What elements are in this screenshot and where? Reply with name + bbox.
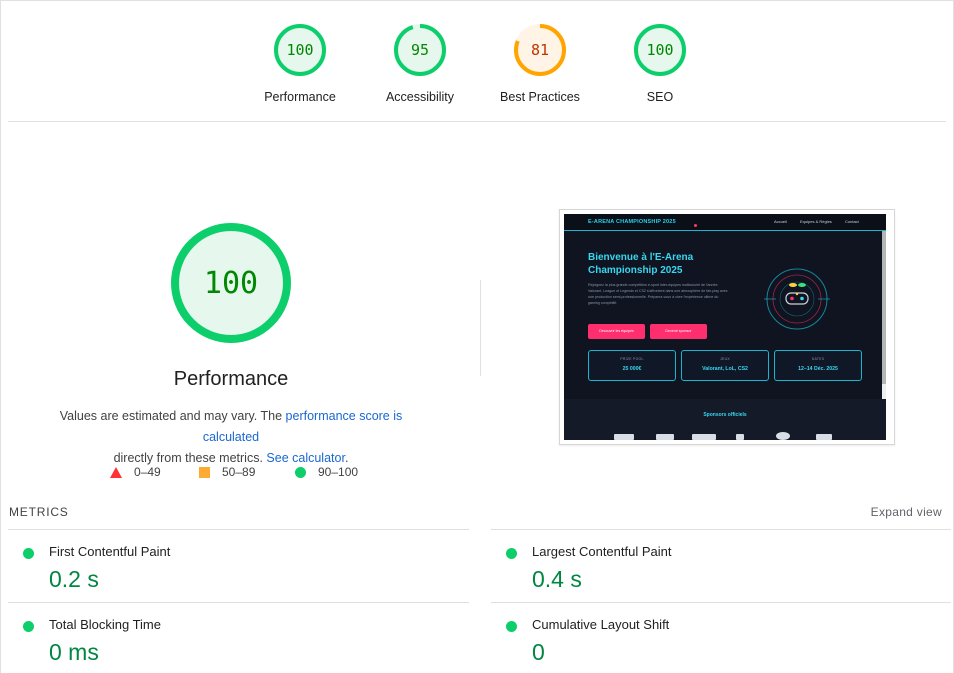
gauge-score: 81 (531, 41, 549, 59)
gauge-performance[interactable]: 100 Performance (240, 22, 360, 104)
legend-item-pass: 90–100 (295, 465, 358, 479)
sponsor-logo (736, 434, 744, 440)
screenshot-paragraph: Rejoignez la plus grande compétition e-s… (588, 283, 728, 305)
metric-divider (8, 602, 469, 603)
see-calculator-link[interactable]: See calculator (266, 451, 345, 465)
gauge-label: Performance (264, 90, 336, 104)
metric-divider (491, 602, 951, 603)
expand-view-toggle[interactable]: Expand view (871, 505, 942, 519)
screenshot-page: E-ARENA CHAMPIONSHIP 2025 Accueil Equipe… (564, 214, 886, 440)
vertical-divider (480, 280, 481, 376)
performance-score-gauge: 100 (171, 223, 291, 343)
metric-tbt: Total Blocking Time 0 ms (23, 615, 443, 673)
gauge-best-practices[interactable]: 81 Best Practices (480, 22, 600, 104)
metric-divider (491, 529, 951, 530)
score-gauges: 100 Performance 95 Accessibility 81 Best… (0, 22, 954, 112)
screenshot-sponsor-button: Devenir sponsor (650, 324, 707, 339)
stat-key: JEUX (720, 357, 730, 361)
gauge-ring: 95 (394, 24, 446, 76)
metric-value: 0 (532, 639, 545, 665)
screenshot-heading: Bienvenue à l'E-Arena Championship 2025 (588, 252, 694, 276)
pass-circle-icon (506, 621, 517, 632)
sponsor-logo (614, 434, 634, 440)
category-title: Performance (173, 368, 289, 390)
sponsor-logo (692, 434, 716, 440)
screenshot-dot (694, 224, 697, 227)
gauge-label: SEO (646, 90, 674, 104)
sponsor-logo (816, 434, 832, 440)
screenshot-nav-link: Equipes & Règles (800, 219, 832, 224)
sponsor-logo (776, 432, 790, 440)
screenshot-teams-button: Découvrir les équipes (588, 324, 645, 339)
metric-lcp: Largest Contentful Paint 0.4 s (506, 542, 926, 610)
legend-item-average: 50–89 (199, 465, 255, 479)
gauge-ring: 100 (274, 24, 326, 76)
pass-circle-icon (506, 548, 517, 559)
gauge-ring: 100 (634, 24, 686, 76)
gauge-ring: 81 (514, 24, 566, 76)
gauge-score: 100 (646, 41, 673, 59)
gauge-score: 100 (286, 41, 313, 59)
description-text: Values are estimated and may vary. The (59, 409, 286, 423)
legend-range: 50–89 (222, 465, 256, 479)
screenshot-navbar: E-ARENA CHAMPIONSHIP 2025 Accueil Equipe… (564, 214, 886, 231)
legend-item-fail: 0–49 (110, 465, 161, 479)
pass-circle-icon (23, 621, 34, 632)
triangle-icon (110, 466, 122, 478)
controller-icon (764, 268, 830, 330)
score-legend: 0–49 50–89 90–100 (0, 465, 480, 483)
stat-value: 25 000€ (622, 366, 642, 372)
metric-cls: Cumulative Layout Shift 0 (506, 615, 926, 673)
metrics-heading: METRICS (9, 505, 69, 519)
screenshot-sponsor-logos (614, 432, 844, 440)
metric-value: 0.2 s (49, 566, 99, 592)
metric-name: First Contentful Paint (49, 544, 171, 559)
metric-divider (8, 529, 469, 530)
screenshot-stat-box: JEUX Valorant, LoL, CS2 (681, 350, 769, 381)
sponsor-logo (656, 434, 674, 440)
screenshot-stat-box: DATES 12–14 Déc. 2025 (774, 350, 862, 381)
description-text: directly from these metrics. (113, 451, 267, 465)
screenshot-stat-box: PRIZE POOL 25 000€ (588, 350, 676, 381)
pass-circle-icon (23, 548, 34, 559)
gauge-accessibility[interactable]: 95 Accessibility (360, 22, 480, 104)
stat-key: PRIZE POOL (620, 357, 644, 361)
score-description: Values are estimated and may vary. The p… (30, 406, 432, 469)
screenshot-nav-link: Contact (845, 219, 859, 224)
header-divider (8, 121, 946, 122)
stat-value: 12–14 Déc. 2025 (798, 366, 838, 372)
metric-fcp: First Contentful Paint 0.2 s (23, 542, 443, 610)
metric-name: Total Blocking Time (49, 617, 161, 632)
legend-range: 0–49 (134, 465, 161, 479)
screenshot-brand: E-ARENA CHAMPIONSHIP 2025 (588, 219, 676, 225)
gauge-score: 95 (411, 41, 429, 59)
screenshot-scrollbar (882, 214, 886, 384)
screenshot-nav-link: Accueil (774, 219, 787, 224)
gauge-seo[interactable]: 100 SEO (600, 22, 720, 104)
metric-value: 0 ms (49, 639, 99, 665)
description-text: . (344, 451, 349, 465)
stat-value: Valorant, LoL, CS2 (702, 366, 748, 372)
square-icon (199, 466, 210, 478)
circle-icon (295, 466, 306, 478)
final-screenshot[interactable]: E-ARENA CHAMPIONSHIP 2025 Accueil Equipe… (559, 209, 895, 445)
performance-score: 100 (204, 266, 258, 301)
gauge-label: Best Practices (500, 90, 580, 104)
stat-key: DATES (811, 357, 825, 361)
metric-name: Largest Contentful Paint (532, 544, 672, 559)
metric-value: 0.4 s (532, 566, 582, 592)
gauge-label: Accessibility (385, 90, 455, 104)
screenshot-sponsors-title: Sponsors officiels (703, 412, 747, 418)
metric-name: Cumulative Layout Shift (532, 617, 670, 632)
legend-range: 90–100 (318, 465, 359, 479)
